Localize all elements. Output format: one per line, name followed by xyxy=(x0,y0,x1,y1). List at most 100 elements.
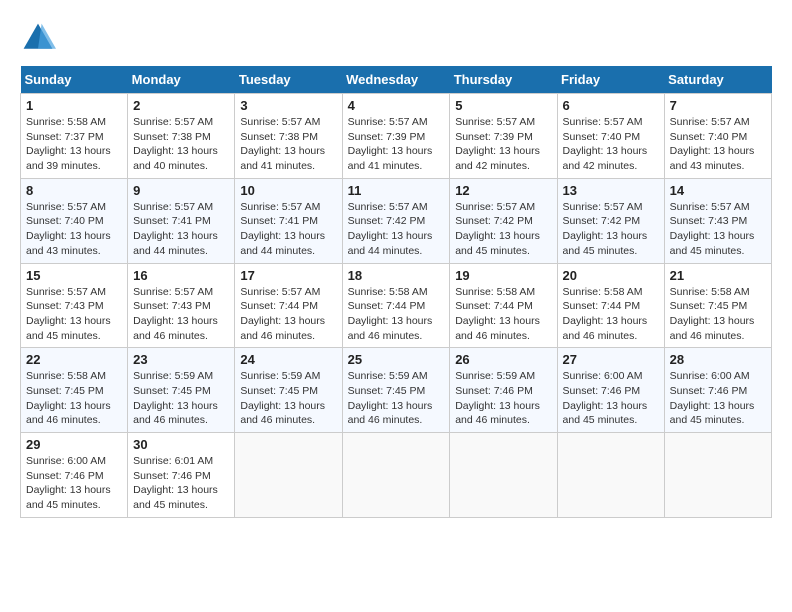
day-number: 19 xyxy=(455,268,551,283)
calendar-cell: 18Sunrise: 5:58 AMSunset: 7:44 PMDayligh… xyxy=(342,263,450,348)
day-number: 15 xyxy=(26,268,122,283)
calendar-cell: 16Sunrise: 5:57 AMSunset: 7:43 PMDayligh… xyxy=(128,263,235,348)
day-detail: Sunrise: 5:59 AMSunset: 7:46 PMDaylight:… xyxy=(455,369,551,428)
day-detail: Sunrise: 6:00 AMSunset: 7:46 PMDaylight:… xyxy=(26,454,122,513)
day-detail: Sunrise: 5:57 AMSunset: 7:38 PMDaylight:… xyxy=(133,115,229,174)
calendar-cell: 26 Sunrise: 5:59 AMSunset: 7:46 PMDayligh… xyxy=(450,348,557,433)
calendar-cell: 28 Sunrise: 6:00 AMSunset: 7:46 PMDayligh… xyxy=(664,348,771,433)
week-row-4: 22Sunrise: 5:58 AMSunset: 7:45 PMDayligh… xyxy=(21,348,772,433)
day-detail: Sunrise: 5:57 AMSunset: 7:42 PMDaylight:… xyxy=(348,200,445,259)
day-number: 17 xyxy=(240,268,336,283)
day-detail: Sunrise: 5:57 AMSunset: 7:39 PMDaylight:… xyxy=(348,115,445,174)
calendar-cell: 19 Sunrise: 5:58 AMSunset: 7:44 PMDayligh… xyxy=(450,263,557,348)
calendar-cell: 13 Sunrise: 5:57 AMSunset: 7:42 PMDayligh… xyxy=(557,178,664,263)
calendar-cell: 17Sunrise: 5:57 AMSunset: 7:44 PMDayligh… xyxy=(235,263,342,348)
weekday-tuesday: Tuesday xyxy=(235,66,342,94)
calendar-cell xyxy=(235,433,342,518)
day-detail: Sunrise: 5:57 AMSunset: 7:41 PMDaylight:… xyxy=(240,200,336,259)
calendar-cell: 8 Sunrise: 5:57 AMSunset: 7:40 PMDaylight… xyxy=(21,178,128,263)
calendar-cell: 20Sunrise: 5:58 AMSunset: 7:44 PMDayligh… xyxy=(557,263,664,348)
calendar-cell: 9 Sunrise: 5:57 AMSunset: 7:41 PMDaylight… xyxy=(128,178,235,263)
weekday-thursday: Thursday xyxy=(450,66,557,94)
day-number: 12 xyxy=(455,183,551,198)
calendar-cell xyxy=(450,433,557,518)
calendar-cell: 14Sunrise: 5:57 AMSunset: 7:43 PMDayligh… xyxy=(664,178,771,263)
calendar-cell: 2 Sunrise: 5:57 AMSunset: 7:38 PMDaylight… xyxy=(128,94,235,179)
calendar-cell: 27 Sunrise: 6:00 AMSunset: 7:46 PMDayligh… xyxy=(557,348,664,433)
calendar-cell: 5 Sunrise: 5:57 AMSunset: 7:39 PMDaylight… xyxy=(450,94,557,179)
calendar-cell xyxy=(342,433,450,518)
day-detail: Sunrise: 5:59 AMSunset: 7:45 PMDaylight:… xyxy=(348,369,445,428)
day-detail: Sunrise: 6:00 AMSunset: 7:46 PMDaylight:… xyxy=(563,369,659,428)
weekday-header-row: SundayMondayTuesdayWednesdayThursdayFrid… xyxy=(21,66,772,94)
day-number: 6 xyxy=(563,98,659,113)
day-number: 14 xyxy=(670,183,766,198)
calendar-body: 1 Sunrise: 5:58 AMSunset: 7:37 PMDaylight… xyxy=(21,94,772,518)
day-detail: Sunrise: 5:57 AMSunset: 7:40 PMDaylight:… xyxy=(670,115,766,174)
day-number: 28 xyxy=(670,352,766,367)
day-number: 30 xyxy=(133,437,229,452)
day-number: 13 xyxy=(563,183,659,198)
calendar-cell: 11 Sunrise: 5:57 AMSunset: 7:42 PMDayligh… xyxy=(342,178,450,263)
calendar-cell: 25 Sunrise: 5:59 AMSunset: 7:45 PMDayligh… xyxy=(342,348,450,433)
day-detail: Sunrise: 6:01 AMSunset: 7:46 PMDaylight:… xyxy=(133,454,229,513)
day-detail: Sunrise: 5:57 AMSunset: 7:43 PMDaylight:… xyxy=(133,285,229,344)
day-detail: Sunrise: 5:58 AMSunset: 7:45 PMDaylight:… xyxy=(26,369,122,428)
day-number: 27 xyxy=(563,352,659,367)
calendar-cell: 7 Sunrise: 5:57 AMSunset: 7:40 PMDaylight… xyxy=(664,94,771,179)
weekday-saturday: Saturday xyxy=(664,66,771,94)
day-detail: Sunrise: 5:59 AMSunset: 7:45 PMDaylight:… xyxy=(240,369,336,428)
week-row-3: 15 Sunrise: 5:57 AMSunset: 7:43 PMDayligh… xyxy=(21,263,772,348)
day-number: 3 xyxy=(240,98,336,113)
day-detail: Sunrise: 5:57 AMSunset: 7:40 PMDaylight:… xyxy=(26,200,122,259)
page-header xyxy=(20,20,772,56)
calendar-cell: 24 Sunrise: 5:59 AMSunset: 7:45 PMDayligh… xyxy=(235,348,342,433)
calendar-cell: 3Sunrise: 5:57 AMSunset: 7:38 PMDaylight… xyxy=(235,94,342,179)
day-detail: Sunrise: 5:57 AMSunset: 7:41 PMDaylight:… xyxy=(133,200,229,259)
calendar-cell xyxy=(557,433,664,518)
calendar-cell: 12 Sunrise: 5:57 AMSunset: 7:42 PMDayligh… xyxy=(450,178,557,263)
day-number: 10 xyxy=(240,183,336,198)
day-detail: Sunrise: 5:58 AMSunset: 7:45 PMDaylight:… xyxy=(670,285,766,344)
weekday-friday: Friday xyxy=(557,66,664,94)
day-detail: Sunrise: 5:58 AMSunset: 7:37 PMDaylight:… xyxy=(26,115,122,174)
day-number: 9 xyxy=(133,183,229,198)
day-number: 24 xyxy=(240,352,336,367)
day-number: 1 xyxy=(26,98,122,113)
calendar-cell: 15Sunrise: 5:57 AMSunset: 7:43 PMDayligh… xyxy=(21,263,128,348)
calendar-cell: 1 Sunrise: 5:58 AMSunset: 7:37 PMDaylight… xyxy=(21,94,128,179)
day-number: 25 xyxy=(348,352,445,367)
week-row-5: 29Sunrise: 6:00 AMSunset: 7:46 PMDayligh… xyxy=(21,433,772,518)
day-number: 4 xyxy=(348,98,445,113)
calendar-cell: 10 Sunrise: 5:57 AMSunset: 7:41 PMDayligh… xyxy=(235,178,342,263)
week-row-1: 1 Sunrise: 5:58 AMSunset: 7:37 PMDaylight… xyxy=(21,94,772,179)
day-number: 21 xyxy=(670,268,766,283)
day-number: 7 xyxy=(670,98,766,113)
calendar-cell: 4 Sunrise: 5:57 AMSunset: 7:39 PMDaylight… xyxy=(342,94,450,179)
day-number: 26 xyxy=(455,352,551,367)
weekday-sunday: Sunday xyxy=(21,66,128,94)
day-detail: Sunrise: 5:57 AMSunset: 7:42 PMDaylight:… xyxy=(563,200,659,259)
day-number: 5 xyxy=(455,98,551,113)
calendar-cell xyxy=(664,433,771,518)
calendar-cell: 21 Sunrise: 5:58 AMSunset: 7:45 PMDayligh… xyxy=(664,263,771,348)
logo-icon xyxy=(20,20,56,56)
day-detail: Sunrise: 5:57 AMSunset: 7:40 PMDaylight:… xyxy=(563,115,659,174)
day-number: 8 xyxy=(26,183,122,198)
day-number: 11 xyxy=(348,183,445,198)
weekday-monday: Monday xyxy=(128,66,235,94)
day-detail: Sunrise: 5:58 AMSunset: 7:44 PMDaylight:… xyxy=(455,285,551,344)
day-detail: Sunrise: 5:57 AMSunset: 7:42 PMDaylight:… xyxy=(455,200,551,259)
calendar-cell: 23Sunrise: 5:59 AMSunset: 7:45 PMDayligh… xyxy=(128,348,235,433)
day-number: 2 xyxy=(133,98,229,113)
day-number: 20 xyxy=(563,268,659,283)
calendar-table: SundayMondayTuesdayWednesdayThursdayFrid… xyxy=(20,66,772,518)
day-detail: Sunrise: 5:57 AMSunset: 7:39 PMDaylight:… xyxy=(455,115,551,174)
calendar-cell: 29Sunrise: 6:00 AMSunset: 7:46 PMDayligh… xyxy=(21,433,128,518)
day-detail: Sunrise: 5:58 AMSunset: 7:44 PMDaylight:… xyxy=(348,285,445,344)
weekday-wednesday: Wednesday xyxy=(342,66,450,94)
week-row-2: 8 Sunrise: 5:57 AMSunset: 7:40 PMDaylight… xyxy=(21,178,772,263)
day-detail: Sunrise: 6:00 AMSunset: 7:46 PMDaylight:… xyxy=(670,369,766,428)
calendar-cell: 30 Sunrise: 6:01 AMSunset: 7:46 PMDayligh… xyxy=(128,433,235,518)
logo xyxy=(20,20,62,56)
